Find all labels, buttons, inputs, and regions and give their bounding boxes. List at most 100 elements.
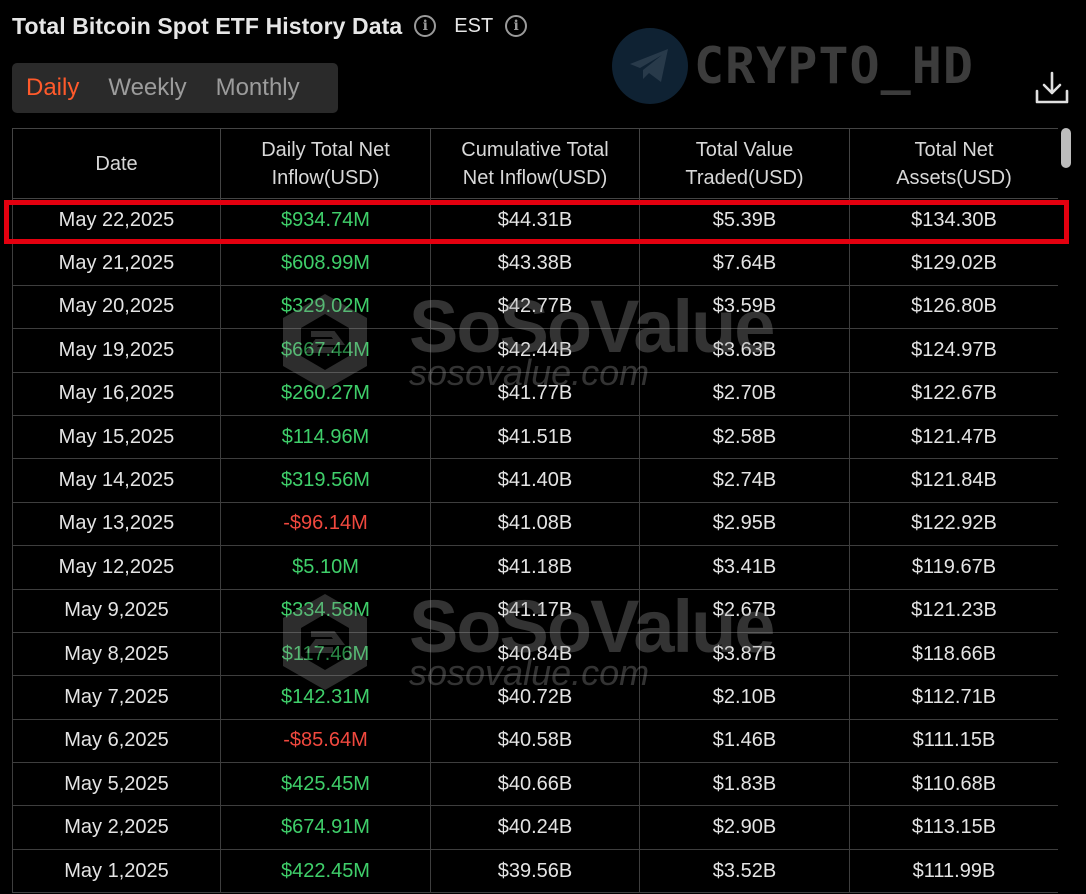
cumulative-net-inflow-cell: $41.40B bbox=[430, 458, 640, 503]
total-net-assets-cell: $121.84B bbox=[849, 458, 1058, 503]
table-row[interactable]: May 21,2025 $608.99M $43.38B $7.64B $129.02B bbox=[12, 241, 1058, 286]
cumulative-net-inflow-cell: $41.17B bbox=[430, 588, 640, 633]
date-cell: May 6,2025 bbox=[12, 718, 221, 764]
history-table-container[interactable]: Date Daily Total Net Inflow(USD) Cumulati… bbox=[12, 128, 1058, 894]
total-value-traded-cell: $2.67B bbox=[639, 588, 850, 633]
total-value-traded-cell: $1.83B bbox=[639, 762, 850, 807]
download-icon[interactable] bbox=[1034, 70, 1070, 106]
table-scrollbar[interactable] bbox=[1059, 128, 1073, 894]
table-row[interactable]: May 2,2025 $674.91M $40.24B $2.90B $113.15B bbox=[12, 805, 1058, 850]
date-cell: May 13,2025 bbox=[12, 501, 221, 547]
cumulative-net-inflow-cell: $42.77B bbox=[430, 284, 640, 330]
cumulative-net-inflow-cell: $40.24B bbox=[430, 805, 640, 850]
table-row[interactable]: May 20,2025 $329.02M $42.77B $3.59B $126.80B bbox=[12, 284, 1058, 330]
table-row[interactable]: May 6,2025 -$85.64M $40.58B $1.46B $111.15B bbox=[12, 718, 1058, 764]
daily-net-inflow-cell: $934.74M bbox=[220, 197, 431, 243]
date-cell: May 14,2025 bbox=[12, 458, 221, 503]
table-header-row: Date Daily Total Net Inflow(USD) Cumulati… bbox=[12, 128, 1058, 199]
daily-net-inflow-cell: $667.44M bbox=[220, 328, 431, 373]
total-net-assets-cell: $121.47B bbox=[849, 414, 1058, 460]
cumulative-net-inflow-cell: $44.31B bbox=[430, 197, 640, 243]
cumulative-net-inflow-cell: $39.56B bbox=[430, 848, 640, 894]
total-net-assets-cell: $122.92B bbox=[849, 501, 1058, 547]
total-value-traded-cell: $2.95B bbox=[639, 501, 850, 547]
table-row[interactable]: May 5,2025 $425.45M $40.66B $1.83B $110.68B bbox=[12, 762, 1058, 807]
total-value-traded-cell: $5.39B bbox=[639, 197, 850, 243]
date-cell: May 22,2025 bbox=[12, 197, 221, 243]
crypto-hd-watermark: CRYPTO_HD bbox=[612, 27, 974, 105]
total-value-traded-cell: $1.46B bbox=[639, 718, 850, 764]
date-cell: May 5,2025 bbox=[12, 762, 221, 807]
watermark-text: CRYPTO_HD bbox=[694, 37, 974, 95]
total-value-traded-cell: $3.59B bbox=[639, 284, 850, 330]
total-net-assets-cell: $124.97B bbox=[849, 328, 1058, 373]
total-net-assets-cell: $134.30B bbox=[849, 197, 1058, 243]
table-row[interactable]: May 13,2025 -$96.14M $41.08B $2.95B $122.92B bbox=[12, 501, 1058, 547]
daily-net-inflow-cell: -$96.14M bbox=[220, 501, 431, 547]
cumulative-net-inflow-cell: $41.51B bbox=[430, 414, 640, 460]
column-header-date[interactable]: Date bbox=[12, 128, 221, 199]
scrollbar-thumb[interactable] bbox=[1061, 128, 1071, 168]
period-tabs: Daily Weekly Monthly bbox=[12, 63, 338, 113]
tab-weekly[interactable]: Weekly bbox=[108, 74, 186, 102]
column-header-total-net-assets[interactable]: Total Net Assets(USD) bbox=[849, 128, 1058, 199]
daily-net-inflow-cell: $608.99M bbox=[220, 241, 431, 286]
tab-monthly[interactable]: Monthly bbox=[216, 74, 300, 102]
cumulative-net-inflow-cell: $41.18B bbox=[430, 545, 640, 590]
table-row[interactable]: May 8,2025 $117.46M $40.84B $3.87B $118.66B bbox=[12, 631, 1058, 677]
telegram-icon bbox=[612, 28, 688, 104]
cumulative-net-inflow-cell: $43.38B bbox=[430, 241, 640, 286]
table-row[interactable]: May 7,2025 $142.31M $40.72B $2.10B $112.71B bbox=[12, 675, 1058, 720]
table-row[interactable]: May 12,2025 $5.10M $41.18B $3.41B $119.67B bbox=[12, 545, 1058, 590]
daily-net-inflow-cell: $260.27M bbox=[220, 371, 431, 416]
total-net-assets-cell: $113.15B bbox=[849, 805, 1058, 850]
table-row[interactable]: May 16,2025 $260.27M $41.77B $2.70B $122.67B bbox=[12, 371, 1058, 416]
total-net-assets-cell: $112.71B bbox=[849, 675, 1058, 720]
column-header-daily-net-inflow[interactable]: Daily Total Net Inflow(USD) bbox=[220, 128, 431, 199]
daily-net-inflow-cell: $329.02M bbox=[220, 284, 431, 330]
total-value-traded-cell: $2.74B bbox=[639, 458, 850, 503]
total-net-assets-cell: $119.67B bbox=[849, 545, 1058, 590]
daily-net-inflow-cell: $319.56M bbox=[220, 458, 431, 503]
table-row[interactable]: May 22,2025 $934.74M $44.31B $5.39B $134.30B bbox=[12, 197, 1058, 243]
date-cell: May 12,2025 bbox=[12, 545, 221, 590]
daily-net-inflow-cell: -$85.64M bbox=[220, 718, 431, 764]
tab-daily[interactable]: Daily bbox=[26, 74, 79, 102]
date-cell: May 21,2025 bbox=[12, 241, 221, 286]
cumulative-net-inflow-cell: $40.72B bbox=[430, 675, 640, 720]
cumulative-net-inflow-cell: $40.84B bbox=[430, 631, 640, 677]
table-row[interactable]: May 1,2025 $422.45M $39.56B $3.52B $111.99B bbox=[12, 848, 1058, 894]
page-title: Total Bitcoin Spot ETF History Data bbox=[12, 12, 403, 39]
date-cell: May 9,2025 bbox=[12, 588, 221, 633]
daily-net-inflow-cell: $425.45M bbox=[220, 762, 431, 807]
history-table: Date Daily Total Net Inflow(USD) Cumulati… bbox=[12, 128, 1058, 894]
table-row[interactable]: May 9,2025 $334.58M $41.17B $2.67B $121.23B bbox=[12, 588, 1058, 633]
total-value-traded-cell: $2.58B bbox=[639, 414, 850, 460]
total-value-traded-cell: $2.90B bbox=[639, 805, 850, 850]
cumulative-net-inflow-cell: $42.44B bbox=[430, 328, 640, 373]
total-value-traded-cell: $3.41B bbox=[639, 545, 850, 590]
total-value-traded-cell: $2.70B bbox=[639, 371, 850, 416]
daily-net-inflow-cell: $674.91M bbox=[220, 805, 431, 850]
total-value-traded-cell: $3.52B bbox=[639, 848, 850, 894]
daily-net-inflow-cell: $422.45M bbox=[220, 848, 431, 894]
table-body: May 22,2025 $934.74M $44.31B $5.39B $134.30B… bbox=[12, 197, 1058, 894]
date-cell: May 16,2025 bbox=[12, 371, 221, 416]
daily-net-inflow-cell: $114.96M bbox=[220, 414, 431, 460]
info-icon[interactable]: i bbox=[414, 15, 437, 37]
table-row[interactable]: May 19,2025 $667.44M $42.44B $3.63B $124.97B bbox=[12, 328, 1058, 373]
column-header-cumulative-net-inflow[interactable]: Cumulative Total Net Inflow(USD) bbox=[430, 128, 640, 199]
total-net-assets-cell: $111.99B bbox=[849, 848, 1058, 894]
date-cell: May 15,2025 bbox=[12, 414, 221, 460]
timezone-info-icon[interactable]: i bbox=[505, 15, 528, 37]
table-row[interactable]: May 15,2025 $114.96M $41.51B $2.58B $121.47B bbox=[12, 414, 1058, 460]
column-header-total-value-traded[interactable]: Total Value Traded(USD) bbox=[639, 128, 850, 199]
cumulative-net-inflow-cell: $41.77B bbox=[430, 371, 640, 416]
cumulative-net-inflow-cell: $41.08B bbox=[430, 501, 640, 547]
total-net-assets-cell: $122.67B bbox=[849, 371, 1058, 416]
header: Total Bitcoin Spot ETF History Data i ES… bbox=[12, 10, 528, 42]
total-value-traded-cell: $3.63B bbox=[639, 328, 850, 373]
daily-net-inflow-cell: $117.46M bbox=[220, 631, 431, 677]
table-row[interactable]: May 14,2025 $319.56M $41.40B $2.74B $121.84B bbox=[12, 458, 1058, 503]
total-value-traded-cell: $7.64B bbox=[639, 241, 850, 286]
